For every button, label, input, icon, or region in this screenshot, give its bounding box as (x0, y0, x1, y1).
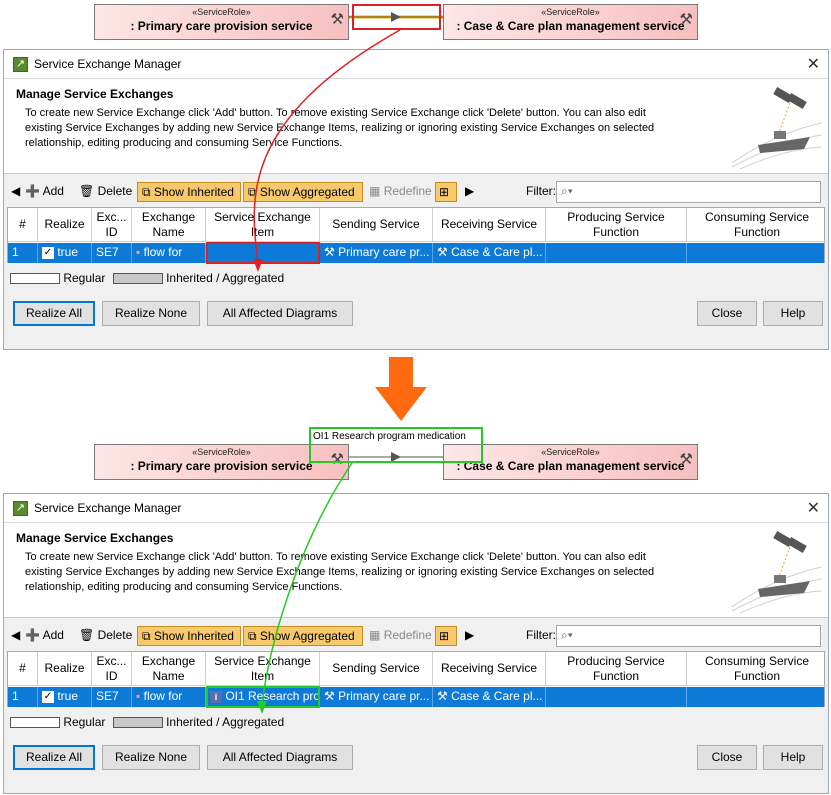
realize-none-button[interactable]: Realize None (102, 301, 200, 326)
all-affected-diagrams-button[interactable]: All Affected Diagrams (207, 301, 353, 326)
help-button[interactable]: Help (763, 745, 823, 770)
help-button[interactable]: Help (763, 301, 823, 326)
down-arrow-icon (375, 357, 427, 421)
annotation-arrow-green (257, 462, 353, 714)
close-button[interactable]: Close (697, 301, 757, 326)
close-button[interactable]: Close (697, 745, 757, 770)
realize-all-button[interactable]: Realize All (13, 745, 95, 770)
annotation-arrow-red (253, 29, 401, 272)
realize-none-button[interactable]: Realize None (102, 745, 200, 770)
all-affected-diagrams-button[interactable]: All Affected Diagrams (207, 745, 353, 770)
realize-all-button[interactable]: Realize All (13, 301, 95, 326)
